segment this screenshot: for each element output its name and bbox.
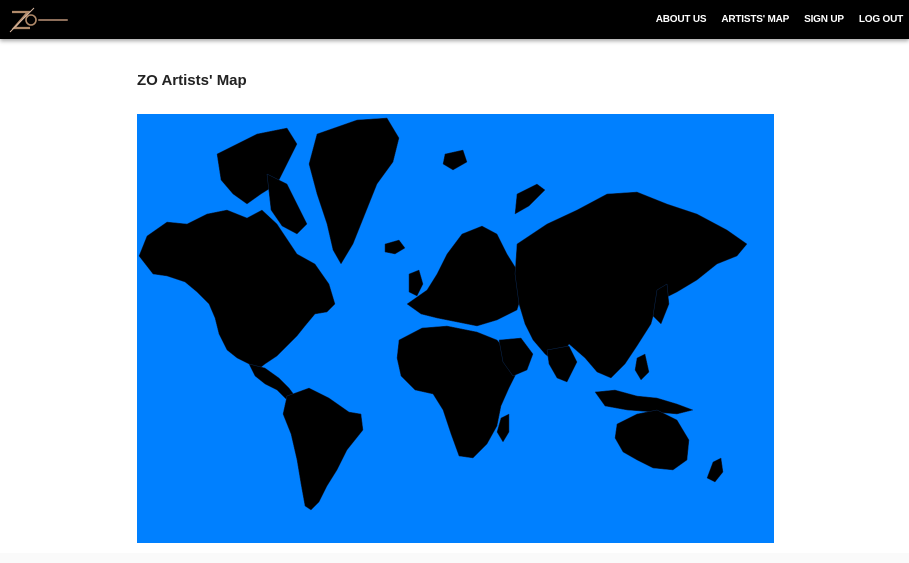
land-south-america [282,387,364,511]
land-greenland [308,117,400,265]
nav-sign-up[interactable]: SIGN UP [804,14,844,25]
world-map-svg [138,117,748,511]
land-indonesia [594,389,694,415]
footer-strip [0,553,909,563]
land-iceland [384,239,406,255]
zo-logo-icon [9,7,68,33]
land-novaya-zemlya [514,183,546,215]
top-navbar: ABOUT US ARTISTS' MAP SIGN UP LOG OUT [0,0,909,39]
nav-log-out[interactable]: LOG OUT [859,14,903,25]
zo-magazine-logo[interactable] [8,6,72,34]
land-india [546,345,578,383]
land-africa [396,325,518,459]
land-north-america [138,209,336,373]
land-europe [406,225,523,327]
page-title: ZO Artists' Map [137,72,247,89]
land-central-america [248,363,296,401]
land-new-zealand [706,457,724,483]
nav-about-us[interactable]: ABOUT US [656,14,707,25]
nav-artists-map[interactable]: ARTISTS' MAP [721,14,789,25]
world-map[interactable] [137,114,774,543]
land-svalbard [442,149,468,171]
land-philippines [634,353,650,381]
land-uk [408,269,424,297]
main-nav: ABOUT US ARTISTS' MAP SIGN UP LOG OUT [641,0,903,39]
land-australia [614,409,690,471]
